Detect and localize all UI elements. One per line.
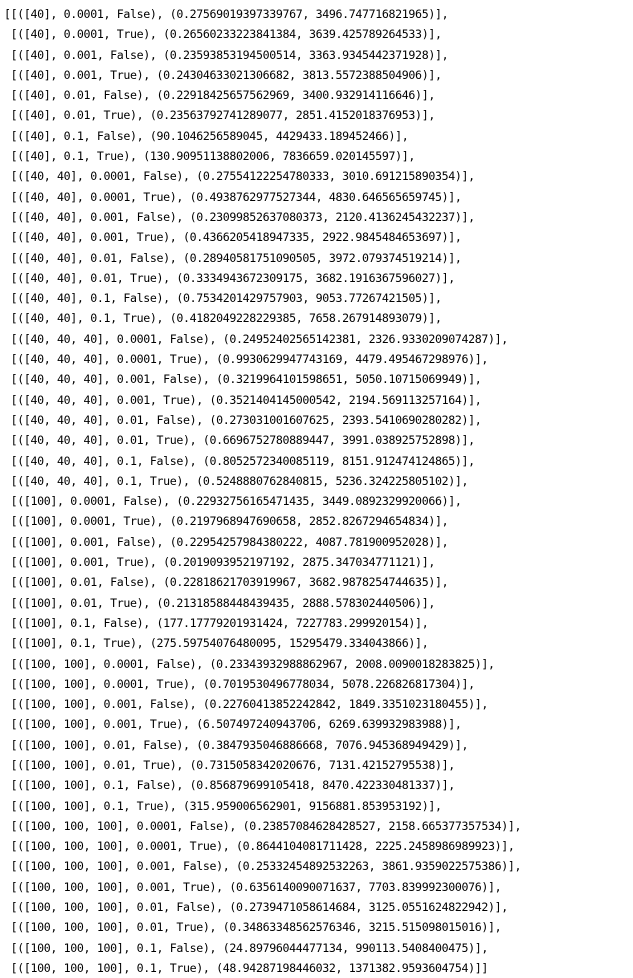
output-line: [([100], 0.1, True), (275.59754076480095… xyxy=(4,636,429,651)
output-line: [([40], 0.001, True), (0.243046330213066… xyxy=(4,67,442,82)
output-line: [([40, 40, 40], 0.1, True), (0.524888076… xyxy=(4,473,469,488)
output-line: [[([40], 0.0001, False), (0.275690193973… xyxy=(4,7,449,21)
output-line: [([100], 0.01, False), (0.22818621703919… xyxy=(4,575,449,590)
output-line: [([40, 40, 40], 0.0001, False), (0.24952… xyxy=(4,331,509,346)
output-line: [([100, 100], 0.0001, False), (0.2334393… xyxy=(4,656,495,671)
output-line: [([100, 100, 100], 0.001, True), (0.6356… xyxy=(4,879,502,894)
output-line: [([40, 40], 0.01, False), (0.28940581751… xyxy=(4,250,462,265)
output-line: [([100], 0.001, False), (0.2295425798438… xyxy=(4,534,449,549)
output-line: [([40], 0.001, False), (0.23593853194500… xyxy=(4,47,449,62)
output-line: [([40], 0.01, True), (0.2356379274128907… xyxy=(4,108,436,123)
output-line: [([40], 0.1, False), (90.1046256589045, … xyxy=(4,128,409,143)
output-line: [([40, 40, 40], 0.001, False), (0.321996… xyxy=(4,372,482,387)
output-line: [([40, 40, 40], 0.01, True), (0.66967527… xyxy=(4,433,475,448)
output-line: [([100, 100], 0.001, False), (0.22760413… xyxy=(4,697,489,712)
output-line: [([40], 0.1, True), (130.90951138802006,… xyxy=(4,149,416,164)
output-line: [([100, 100, 100], 0.0001, False), (0.23… xyxy=(4,818,522,833)
output-line: [([40, 40], 0.1, True), (0.4182049228229… xyxy=(4,311,442,326)
output-line: [([40], 0.01, False), (0.229184256575629… xyxy=(4,88,436,103)
output-line: [([100], 0.001, True), (0.20190939521971… xyxy=(4,555,436,570)
output-line: [([100, 100, 100], 0.1, True), (48.94287… xyxy=(4,960,489,975)
output-line: [([40, 40], 0.1, False), (0.753420142975… xyxy=(4,291,442,306)
output-line: [([100, 100, 100], 0.0001, True), (0.864… xyxy=(4,839,515,854)
output-line: [([100, 100, 100], 0.1, False), (24.8979… xyxy=(4,940,489,955)
output-line: [([100, 100, 100], 0.01, False), (0.2739… xyxy=(4,900,509,915)
output-line: [([100], 0.0001, False), (0.229327561654… xyxy=(4,494,462,509)
output-line: [([40, 40, 40], 0.001, True), (0.3521404… xyxy=(4,392,482,407)
output-line: [([40, 40], 0.01, True), (0.333494367230… xyxy=(4,270,456,285)
output-line: [([100, 100], 0.01, False), (0.384793504… xyxy=(4,737,469,752)
output-line: [([100, 100, 100], 0.01, True), (0.34863… xyxy=(4,920,502,935)
output-line: [([40, 40], 0.001, False), (0.2309985263… xyxy=(4,209,475,224)
output-line: [([40, 40, 40], 0.1, False), (0.80525723… xyxy=(4,453,475,468)
output-line: [([100], 0.0001, True), (0.2197968947690… xyxy=(4,514,449,529)
output-line: [([40, 40], 0.0001, False), (0.275541222… xyxy=(4,169,475,184)
output-line: [([40, 40], 0.0001, True), (0.4938762977… xyxy=(4,189,462,204)
output-line: [([100], 0.1, False), (177.1777920193142… xyxy=(4,615,429,630)
output-line: [([100, 100], 0.1, False), (0.8568796991… xyxy=(4,778,456,793)
output-line: [([100], 0.01, True), (0.213185884484394… xyxy=(4,595,436,610)
output-line: [([100, 100, 100], 0.001, False), (0.253… xyxy=(4,859,522,874)
output-line: [([40, 40], 0.001, True), (0.43662054189… xyxy=(4,230,462,245)
output-line: [([40, 40, 40], 0.0001, True), (0.993062… xyxy=(4,352,489,367)
output-line: [([40, 40, 40], 0.01, False), (0.2730310… xyxy=(4,412,482,427)
output-line: [([40], 0.0001, True), (0.26560233223841… xyxy=(4,27,442,42)
output-line: [([100, 100], 0.1, True), (315.959006562… xyxy=(4,798,442,813)
output-line: [([100, 100], 0.01, True), (0.7315058342… xyxy=(4,757,456,772)
output-line: [([100, 100], 0.001, True), (6.507497240… xyxy=(4,717,462,732)
output-line: [([100, 100], 0.0001, True), (0.70195304… xyxy=(4,676,475,691)
console-output: [[([40], 0.0001, False), (0.275690193973… xyxy=(4,4,633,978)
